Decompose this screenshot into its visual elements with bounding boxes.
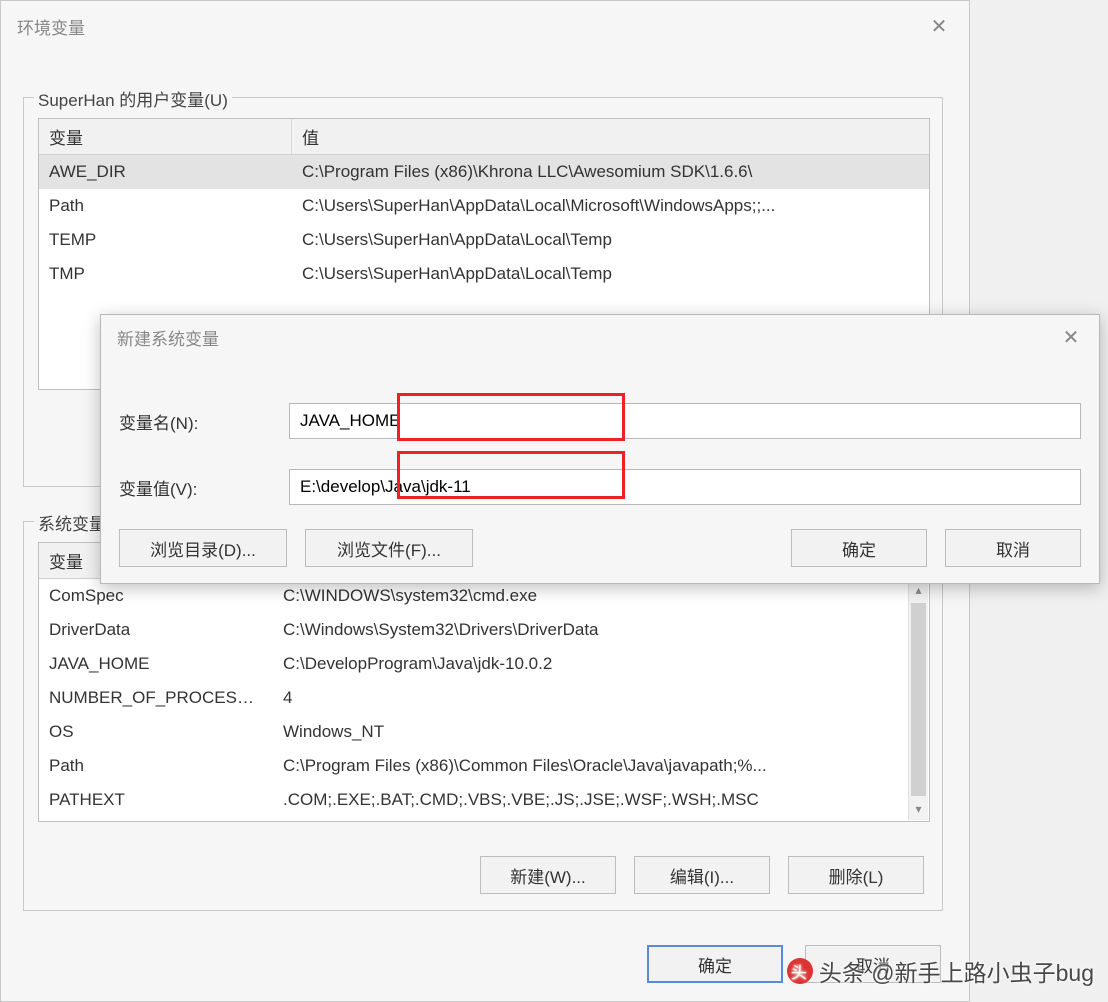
browse-dir-button[interactable]: 浏览目录(D)...: [119, 529, 287, 567]
dialog-title: 环境变量: [17, 14, 919, 39]
var-name-label: 变量名(N):: [119, 409, 289, 434]
cell-name: TEMP: [39, 225, 292, 255]
cell-name: ComSpec: [39, 581, 273, 611]
sys-new-button[interactable]: 新建(W)...: [480, 856, 616, 894]
close-icon[interactable]: ✕: [919, 6, 959, 46]
close-icon[interactable]: ✕: [1051, 317, 1091, 357]
cell-value: C:\Windows\System32\Drivers\DriverData: [273, 615, 929, 645]
table-row[interactable]: AWE_DIRC:\Program Files (x86)\Khrona LLC…: [39, 155, 929, 189]
var-value-label: 变量值(V):: [119, 475, 289, 500]
sub-titlebar: 新建系统变量 ✕: [101, 315, 1099, 359]
cell-name: Path: [39, 751, 273, 781]
ok-button[interactable]: 确定: [647, 945, 783, 983]
cell-value: C:\Users\SuperHan\AppData\Local\Temp: [292, 225, 929, 255]
table-row[interactable]: ComSpecC:\WINDOWS\system32\cmd.exe: [39, 579, 929, 613]
cell-value: Windows_NT: [273, 717, 929, 747]
col-header-name[interactable]: 变量: [39, 119, 292, 154]
cell-name: DriverData: [39, 615, 273, 645]
cell-value: C:\Program Files (x86)\Khrona LLC\Awesom…: [292, 157, 929, 187]
cell-value: C:\DevelopProgram\Java\jdk-10.0.2: [273, 649, 929, 679]
scrollbar[interactable]: ▴ ▾: [908, 579, 928, 820]
cancel-button[interactable]: 取消: [805, 945, 941, 983]
sub-ok-button[interactable]: 确定: [791, 529, 927, 567]
cell-value: C:\Users\SuperHan\AppData\Local\Temp: [292, 259, 929, 289]
cell-name: Path: [39, 191, 292, 221]
sys-vars-table[interactable]: 变量 值 ComSpecC:\WINDOWS\system32\cmd.exeD…: [38, 542, 930, 822]
table-header: 变量 值: [39, 119, 929, 155]
user-group-label: SuperHan 的用户变量(U): [34, 86, 232, 111]
table-row[interactable]: DriverDataC:\Windows\System32\Drivers\Dr…: [39, 613, 929, 647]
cell-value: C:\WINDOWS\system32\cmd.exe: [273, 581, 929, 611]
cell-name: OS: [39, 717, 273, 747]
main-button-row: 确定 取消: [647, 945, 941, 983]
scroll-thumb[interactable]: [911, 603, 926, 796]
cell-value: C:\Program Files (x86)\Common Files\Orac…: [273, 751, 929, 781]
sys-edit-button[interactable]: 编辑(I)...: [634, 856, 770, 894]
cell-value: 4: [273, 683, 929, 713]
var-value-input[interactable]: [289, 469, 1081, 505]
sub-button-row: 浏览目录(D)... 浏览文件(F)... 确定 取消: [119, 529, 1081, 567]
col-header-value[interactable]: 值: [292, 119, 929, 154]
table-row[interactable]: TEMPC:\Users\SuperHan\AppData\Local\Temp: [39, 223, 929, 257]
new-sys-var-dialog: 新建系统变量 ✕ 变量名(N): 变量值(V): 浏览目录(D)... 浏览文件…: [100, 314, 1100, 584]
table-row[interactable]: JAVA_HOMEC:\DevelopProgram\Java\jdk-10.0…: [39, 647, 929, 681]
titlebar: 环境变量 ✕: [1, 1, 969, 51]
cell-name: NUMBER_OF_PROCESSORS: [39, 683, 273, 713]
var-name-input[interactable]: [289, 403, 1081, 439]
sub-cancel-button[interactable]: 取消: [945, 529, 1081, 567]
cell-value: C:\Users\SuperHan\AppData\Local\Microsof…: [292, 191, 929, 221]
sub-dialog-title: 新建系统变量: [117, 325, 1051, 350]
table-row[interactable]: NUMBER_OF_PROCESSORS4: [39, 681, 929, 715]
sys-delete-button[interactable]: 删除(L): [788, 856, 924, 894]
table-row[interactable]: PATHEXT.COM;.EXE;.BAT;.CMD;.VBS;.VBE;.JS…: [39, 783, 929, 817]
table-row[interactable]: PathC:\Users\SuperHan\AppData\Local\Micr…: [39, 189, 929, 223]
table-row[interactable]: PathC:\Program Files (x86)\Common Files\…: [39, 749, 929, 783]
cell-name: PATHEXT: [39, 785, 273, 815]
cell-name: JAVA_HOME: [39, 649, 273, 679]
cell-value: .COM;.EXE;.BAT;.CMD;.VBS;.VBE;.JS;.JSE;.…: [273, 785, 929, 815]
cell-name: TMP: [39, 259, 292, 289]
table-row[interactable]: OSWindows_NT: [39, 715, 929, 749]
table-row[interactable]: TMPC:\Users\SuperHan\AppData\Local\Temp: [39, 257, 929, 291]
browse-file-button[interactable]: 浏览文件(F)...: [305, 529, 473, 567]
scroll-down-icon[interactable]: ▾: [909, 798, 928, 820]
cell-name: AWE_DIR: [39, 157, 292, 187]
